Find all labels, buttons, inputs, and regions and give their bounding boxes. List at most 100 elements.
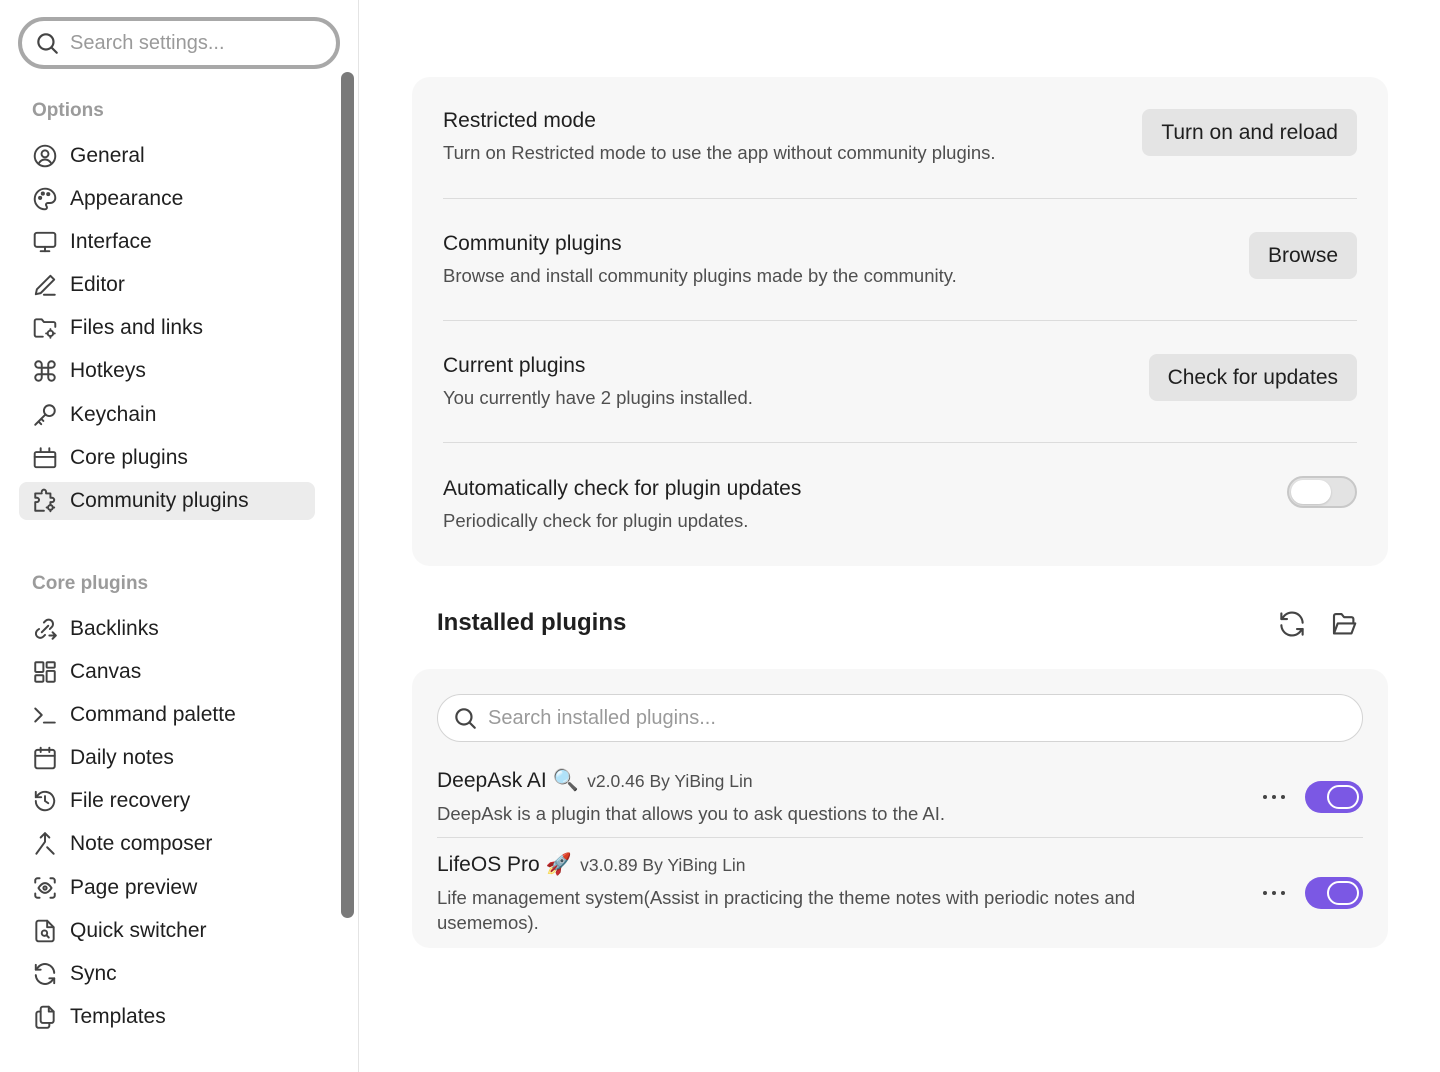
refresh-icon (32, 961, 58, 987)
sidebar-item-canvas[interactable]: Canvas (19, 653, 315, 691)
sidebar-item-appearance[interactable]: Appearance (19, 180, 315, 218)
files-icon (32, 1004, 58, 1030)
plugin-meta: v2.0.46 By YiBing Lin (587, 771, 753, 791)
sidebar-item-general[interactable]: General (19, 137, 315, 175)
calendar-icon (32, 745, 58, 771)
auto-check-updates-toggle[interactable] (1287, 476, 1357, 508)
sidebar-item-command-palette[interactable]: Command palette (19, 696, 315, 734)
sidebar-item-keychain[interactable]: Keychain (19, 396, 315, 434)
plugin-row-lifeos-pro: LifeOS Pro 🚀 v3.0.89 By YiBing Lin Life … (437, 853, 1363, 935)
plug-box-icon (32, 445, 58, 471)
installed-plugins-card: DeepAsk AI 🔍 v2.0.46 By YiBing Lin DeepA… (412, 669, 1388, 948)
sidebar-item-core-plugins[interactable]: Core plugins (19, 439, 315, 477)
turn-on-and-reload-button[interactable]: Turn on and reload (1142, 109, 1357, 156)
palette-icon (32, 186, 58, 212)
sidebar-item-quick-switcher[interactable]: Quick switcher (19, 912, 315, 950)
core-plugins-nav: Backlinks Canvas Command palette Daily n… (19, 610, 315, 1041)
plugin-description: Life management system(Assist in practic… (437, 887, 1136, 933)
plugin-enabled-toggle[interactable] (1305, 781, 1363, 813)
sidebar-item-label: Command palette (70, 703, 236, 727)
plugin-enabled-toggle[interactable] (1305, 877, 1363, 909)
command-icon (32, 358, 58, 384)
toggle-knob (1291, 480, 1331, 504)
plugin-options-button[interactable] (1259, 883, 1289, 903)
history-icon (32, 788, 58, 814)
installed-plugins-heading: Installed plugins (437, 609, 627, 636)
sidebar-item-label: General (70, 144, 145, 167)
options-nav: General Appearance Interface Editor File… (19, 137, 315, 525)
check-for-updates-button[interactable]: Check for updates (1148, 354, 1357, 401)
sidebar-item-label: Sync (70, 961, 117, 985)
sidebar-item-label: Hotkeys (70, 359, 146, 383)
terminal-icon (32, 702, 58, 728)
sidebar-item-label: File recovery (70, 789, 191, 813)
user-circle-icon (32, 143, 58, 169)
community-plugins-settings-card: Restricted mode Turn on Restricted mode … (412, 77, 1388, 566)
sidebar-item-label: Page preview (70, 875, 198, 899)
sidebar-item-interface[interactable]: Interface (19, 223, 315, 261)
sidebar-item-daily-notes[interactable]: Daily notes (19, 739, 315, 777)
sidebar-item-file-recovery[interactable]: File recovery (19, 782, 315, 820)
plugin-name: DeepAsk AI 🔍 (437, 769, 579, 792)
settings-window: Options General Appearance Interface Edi… (0, 0, 1440, 1072)
backlink-icon (32, 616, 58, 642)
folder-cog-icon (32, 315, 58, 341)
divider (443, 320, 1357, 321)
plugin-meta: v3.0.89 By YiBing Lin (580, 855, 746, 875)
sidebar-item-note-composer[interactable]: Note composer (19, 825, 315, 863)
sidebar-item-label: Backlinks (70, 617, 159, 640)
key-icon (32, 402, 58, 428)
installed-plugins-search-box[interactable] (437, 694, 1363, 742)
sidebar-item-label: Note composer (70, 832, 213, 856)
sidebar-item-page-preview[interactable]: Page preview (19, 869, 315, 907)
layout-dashboard-icon (32, 659, 58, 685)
settings-sidebar: Options General Appearance Interface Edi… (0, 0, 359, 1072)
sidebar-item-label: Daily notes (70, 746, 174, 770)
options-heading: Options (32, 100, 104, 121)
sidebar-item-label: Templates (70, 1004, 166, 1028)
sidebar-item-label: Quick switcher (70, 918, 207, 942)
divider (437, 837, 1363, 838)
sidebar-item-label: Appearance (70, 187, 184, 211)
setting-title: Community plugins (443, 232, 622, 255)
toggle-knob (1327, 881, 1359, 905)
sidebar-item-community-plugins[interactable]: Community plugins (19, 481, 315, 520)
sidebar-scrollbar[interactable] (341, 72, 354, 918)
merge-icon (32, 831, 58, 857)
community-plugins-setting: Community plugins Browse and install com… (443, 232, 1357, 287)
installed-plugins-search-input[interactable] (488, 706, 1348, 730)
plugin-row-deepask: DeepAsk AI 🔍 v2.0.46 By YiBing Lin DeepA… (437, 769, 1363, 826)
file-search-icon (32, 918, 58, 944)
plugin-name: LifeOS Pro 🚀 (437, 853, 572, 876)
sidebar-item-backlinks[interactable]: Backlinks (19, 610, 315, 648)
search-icon (37, 33, 58, 54)
sidebar-item-label: Canvas (70, 660, 142, 684)
divider (443, 442, 1357, 443)
plugin-description: DeepAsk is a plugin that allows you to a… (437, 803, 946, 824)
divider (443, 198, 1357, 199)
setting-description: Browse and install community plugins mad… (443, 265, 957, 286)
puzzle-cog-icon (32, 488, 58, 514)
sidebar-item-label: Core plugins (70, 445, 188, 469)
sidebar-item-label: Community plugins (70, 488, 249, 512)
sidebar-item-sync[interactable]: Sync (19, 955, 315, 993)
sidebar-item-editor[interactable]: Editor (19, 266, 315, 304)
search-icon (455, 708, 476, 729)
sidebar-item-templates[interactable]: Templates (19, 998, 315, 1036)
settings-search-box[interactable] (18, 17, 340, 69)
settings-content: Restricted mode Turn on Restricted mode … (360, 0, 1440, 1072)
monitor-icon (32, 229, 58, 255)
browse-button[interactable]: Browse (1248, 232, 1357, 279)
core-plugins-heading: Core plugins (32, 573, 149, 594)
plugin-options-button[interactable] (1259, 787, 1289, 807)
auto-check-updates-setting: Automatically check for plugin updates P… (443, 477, 1357, 532)
sidebar-item-hotkeys[interactable]: Hotkeys (19, 352, 315, 390)
sidebar-item-label: Keychain (70, 402, 157, 426)
settings-search-input[interactable] (70, 31, 310, 55)
toggle-knob (1327, 785, 1359, 809)
reload-plugins-icon[interactable] (1277, 609, 1307, 639)
setting-description: Periodically check for plugin updates. (443, 510, 749, 531)
pencil-icon (32, 272, 58, 298)
sidebar-item-files-and-links[interactable]: Files and links (19, 309, 315, 347)
open-plugins-folder-icon[interactable] (1329, 609, 1359, 639)
